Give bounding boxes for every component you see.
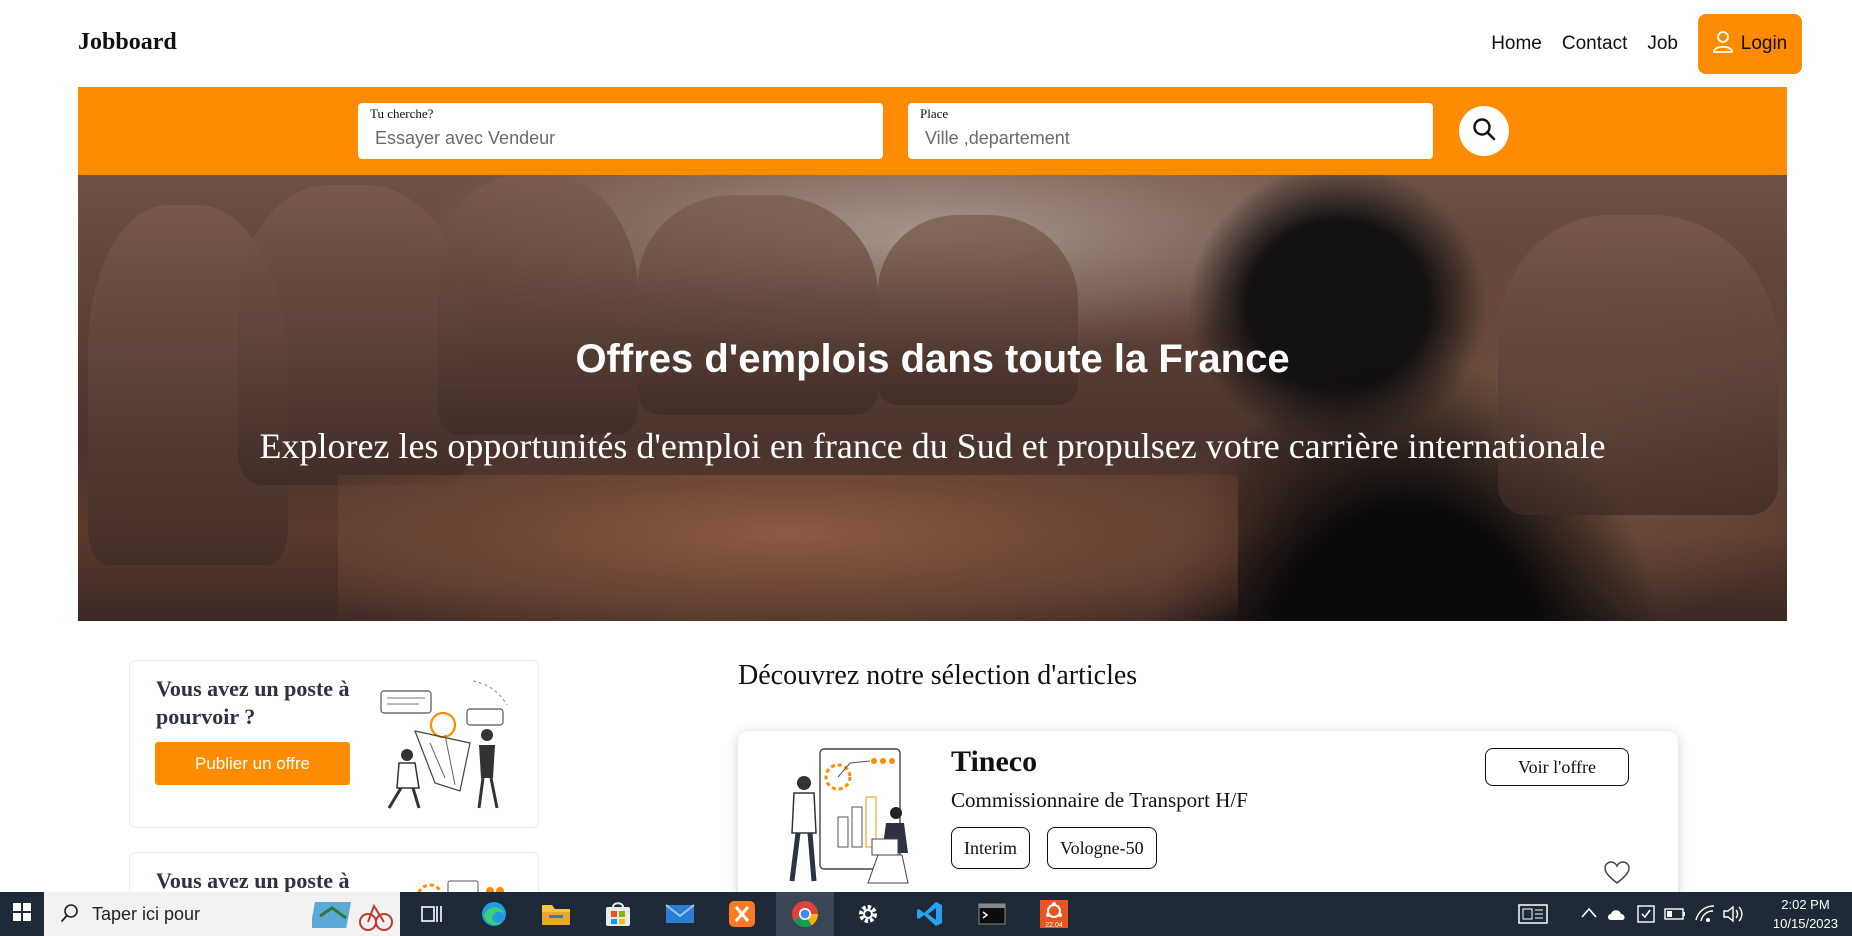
windows-logo-icon [13, 902, 31, 926]
taskbar-search-box[interactable]: Taper ici pour [44, 892, 400, 936]
job-illustration [778, 743, 918, 896]
nav-job-link[interactable]: Job [1647, 33, 1678, 55]
job-search-label: Tu cherche? [370, 106, 434, 121]
ubuntu-version-badge: 22.04 [1045, 922, 1063, 929]
task-view-icon[interactable] [416, 898, 448, 930]
login-label: Login [1740, 33, 1788, 54]
job-company: Tineco [951, 745, 1038, 778]
job-type-tag: Interim [951, 827, 1030, 869]
user-icon [1712, 30, 1733, 58]
heart-icon[interactable] [1604, 861, 1630, 890]
windows-start-button[interactable] [0, 892, 44, 936]
hero-subtitle: Explorez les opportunités d'emploi en fr… [259, 426, 1606, 466]
vscode-icon[interactable] [914, 898, 946, 930]
job-location-tag: Vologne-50 [1047, 827, 1157, 869]
articles-section-title: Découvrez notre sélection d'articles [738, 660, 1138, 691]
nav-home-link[interactable]: Home [1491, 33, 1542, 55]
job-title: Commissionnaire de Transport H/F [951, 788, 1248, 812]
mail-icon[interactable] [664, 898, 696, 930]
file-explorer-icon[interactable] [540, 898, 572, 930]
place-search-label: Place [920, 106, 949, 121]
wifi-icon[interactable] [1694, 904, 1716, 929]
volume-icon[interactable] [1722, 904, 1744, 929]
search-highlight-icon [310, 896, 394, 936]
view-offer-button[interactable]: Voir l'offre [1485, 748, 1629, 786]
publish-offer-button[interactable]: Publier un offre [155, 742, 350, 785]
search-icon [1472, 117, 1496, 146]
battery-icon[interactable] [1664, 904, 1686, 929]
microsoft-store-icon[interactable] [602, 898, 634, 930]
job-search-field: Tu cherche? [358, 103, 883, 159]
security-icon[interactable] [1636, 904, 1656, 929]
xampp-icon[interactable] [726, 898, 758, 930]
nav-contact-link[interactable]: Contact [1562, 33, 1627, 55]
publish-card-2-title: Vous avez un poste à [156, 868, 350, 893]
brand-logo[interactable]: Jobboard [78, 29, 177, 56]
taskbar-search-text: Taper ici pour [92, 903, 201, 924]
news-widget-icon[interactable] [1518, 904, 1548, 929]
chrome-browser-icon[interactable] [789, 898, 821, 930]
onedrive-icon[interactable] [1606, 904, 1628, 929]
windows-taskbar: Taper ici pour 22.04 2:02 PM 10/15/2023 [0, 892, 1852, 936]
terminal-icon[interactable] [976, 898, 1008, 930]
ubuntu-icon[interactable]: 22.04 [1038, 898, 1070, 930]
hero-banner: Offres d'emplois dans toute la France Ex… [78, 175, 1787, 621]
settings-gear-icon[interactable] [852, 898, 884, 930]
hero-title: Offres d'emplois dans toute la France [575, 337, 1290, 381]
login-button[interactable]: Login [1698, 14, 1802, 74]
search-bar: Tu cherche? Place [78, 87, 1787, 175]
clock-time: 2:02 PM [1781, 897, 1830, 912]
place-search-input[interactable] [925, 123, 1415, 153]
recruiting-illustration [375, 673, 525, 828]
place-search-field: Place [908, 103, 1433, 159]
main-nav: Home Contact Job Login [1471, 14, 1802, 74]
chevron-up-icon[interactable] [1580, 906, 1598, 925]
system-clock[interactable]: 2:02 PM 10/15/2023 [1773, 895, 1838, 933]
search-button[interactable] [1459, 106, 1509, 156]
clock-date: 10/15/2023 [1772, 916, 1838, 931]
edge-browser-icon[interactable] [478, 898, 510, 930]
publish-card-title: Vous avez un poste à pourvoir ? [156, 676, 350, 729]
search-icon [60, 903, 80, 928]
publish-offer-card: Vous avez un poste à pourvoir ? Publier … [129, 660, 539, 828]
job-search-input[interactable] [375, 123, 865, 153]
